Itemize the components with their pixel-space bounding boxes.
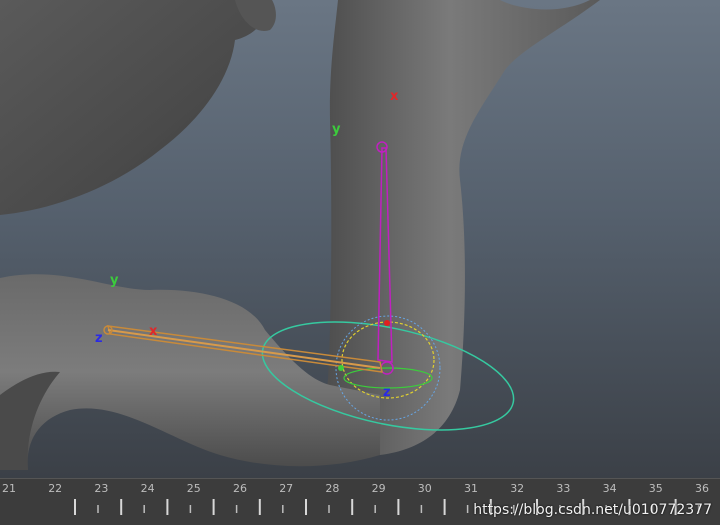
frame-number: 29 [372, 482, 386, 495]
forearm-x-label: x [149, 324, 158, 339]
frame-number: 25 [187, 482, 201, 495]
upper-y-label: y [332, 122, 341, 137]
frame-number: 34 [603, 482, 617, 495]
elbow-marker [384, 320, 390, 326]
frame-number: 26 [233, 482, 247, 495]
forearm-z-label: z [95, 331, 103, 346]
frame-number: 35 [649, 482, 663, 495]
3d-viewport[interactable]: x y y z x z [0, 0, 720, 478]
frame-number: 36 [695, 482, 709, 495]
frame-number: 24 [141, 482, 155, 495]
frame-number: 22 [48, 482, 62, 495]
frame-number: 30 [418, 482, 432, 495]
shoulder-mesh [0, 0, 266, 215]
frame-number: 31 [464, 482, 478, 495]
frame-number: 23 [94, 482, 108, 495]
watermark-url: https://blog.csdn.net/u010772377 [473, 502, 712, 518]
frame-number: 28 [325, 482, 339, 495]
frame-number: 21 [2, 482, 16, 495]
forearm-y-label: y [110, 273, 119, 288]
upper-x-label: x [390, 89, 399, 104]
elbow-z-label: z [383, 385, 391, 400]
frame-number: 27 [279, 482, 293, 495]
frame-number: 33 [556, 482, 570, 495]
scene-svg: x y y z x z [0, 0, 720, 478]
pivot-green [338, 365, 344, 371]
frame-number: 32 [510, 482, 524, 495]
